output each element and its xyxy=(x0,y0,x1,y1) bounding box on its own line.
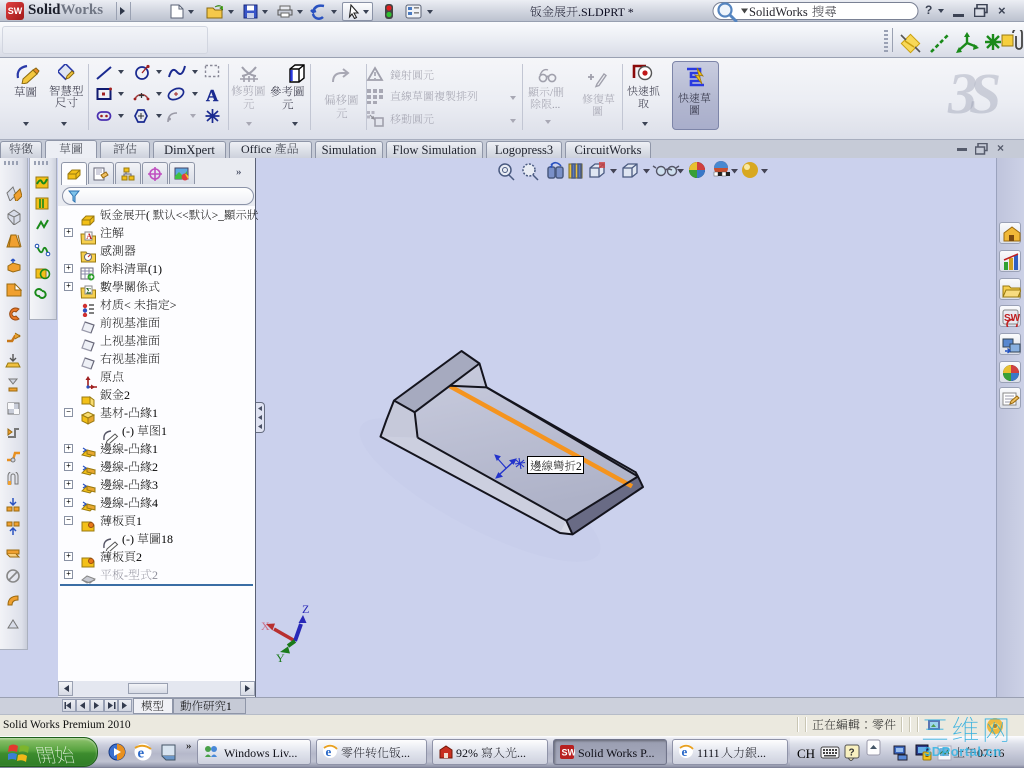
svg-text:SW: SW xyxy=(1004,313,1021,324)
svg-text:Σ: Σ xyxy=(86,287,91,296)
svg-text:SW: SW xyxy=(562,748,576,758)
svg-text:?: ? xyxy=(849,748,855,759)
svg-text:e: e xyxy=(138,746,145,762)
svg-text:A: A xyxy=(86,232,92,241)
svg-text:A: A xyxy=(206,86,219,105)
